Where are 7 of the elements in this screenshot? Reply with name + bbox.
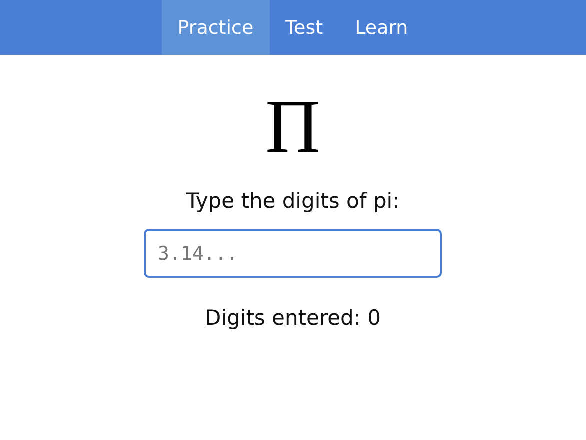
nav-tab[interactable]: Learn bbox=[339, 0, 424, 55]
nav-tab[interactable]: Practice bbox=[162, 0, 270, 55]
nav-tab[interactable]: Test bbox=[270, 0, 340, 55]
digits-input[interactable]: 3.14... bbox=[144, 229, 442, 278]
digits-counter: Digits entered: 0 bbox=[205, 306, 381, 330]
pi-symbol: Π bbox=[266, 89, 320, 165]
prompt-text: Type the digits of pi: bbox=[186, 189, 400, 213]
